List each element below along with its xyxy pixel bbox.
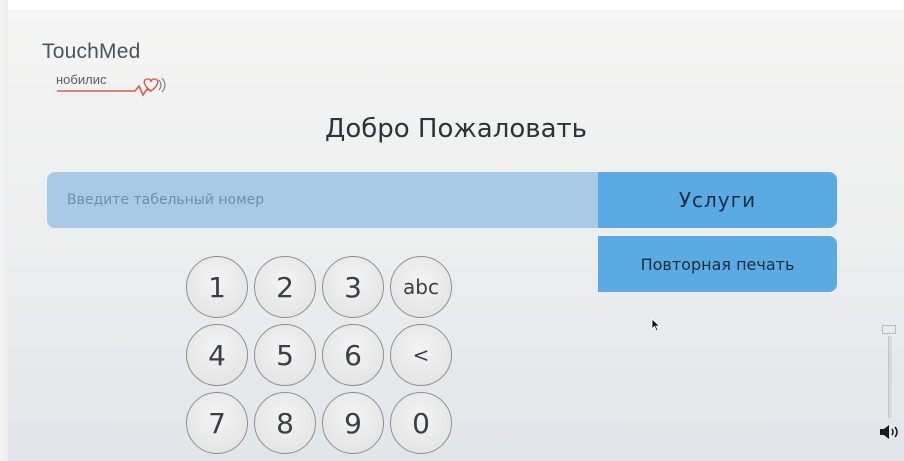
reprint-button[interactable]: Повторная печать [598,236,837,292]
key-3[interactable]: 3 [322,256,384,318]
heartbeat-icon [57,78,166,97]
key-0[interactable]: 0 [390,392,452,454]
key-2[interactable]: 2 [254,256,316,318]
kiosk-screen: TouchMed нобилис Добро Пожаловать Услуги… [8,10,904,461]
key-9[interactable]: 9 [322,392,384,454]
volume-speaker-icon[interactable] [878,424,900,440]
volume-slider-track[interactable] [888,336,892,418]
employee-id-input[interactable] [47,172,607,228]
key-8[interactable]: 8 [254,392,316,454]
touchmed-logo: TouchMed нобилис [42,40,172,100]
mouse-pointer-icon [651,318,661,332]
key-1[interactable]: 1 [186,256,248,318]
key-5[interactable]: 5 [254,324,316,386]
key-4[interactable]: 4 [186,324,248,386]
key-abc[interactable]: abc [390,256,452,318]
volume-slider-handle[interactable] [882,325,896,334]
window-left-edge [0,0,8,461]
key-backspace[interactable]: < [390,324,452,386]
page-title: Добро Пожаловать [325,114,587,144]
key-7[interactable]: 7 [186,392,248,454]
key-6[interactable]: 6 [322,324,384,386]
logo-main-text: TouchMed [42,40,141,63]
services-button[interactable]: Услуги [598,172,837,228]
